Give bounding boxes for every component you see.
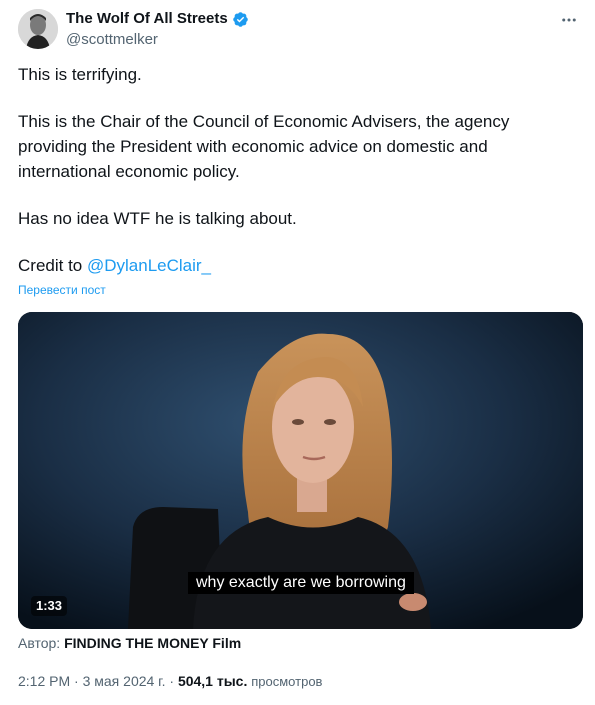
meta-separator: · [74, 673, 79, 689]
tweet-card: The Wolf Of All Streets @scottmelker Thi… [0, 0, 595, 705]
tweet-paragraph: This is terrifying. [18, 65, 142, 84]
video-duration: 1:33 [31, 596, 68, 616]
author-name-text[interactable]: The Wolf Of All Streets [66, 10, 228, 28]
video-subtitle: why exactly are we borrowing [188, 572, 414, 594]
video-source-name[interactable]: FINDING THE MONEY Film [64, 635, 241, 651]
views-count: 504,1 тыс. [177, 673, 248, 689]
more-horizontal-icon [562, 18, 576, 22]
translate-post-link[interactable]: Перевести пост [18, 283, 106, 297]
credit-prefix: Credit to [18, 256, 87, 275]
credit-paragraph: Credit to @DylanLeClair_ [18, 253, 573, 278]
tweet-text: This is terrifying. This is the Chair of… [18, 62, 573, 278]
tweet-date[interactable]: 3 мая 2024 г. [83, 673, 166, 689]
author-avatar[interactable] [18, 9, 58, 49]
author-name[interactable]: The Wolf Of All Streets [66, 10, 249, 28]
meta-separator: · [169, 673, 175, 689]
tweet-time[interactable]: 2:12 PM [18, 673, 70, 689]
tweet-paragraph: Has no idea WTF he is talking about. [18, 209, 297, 228]
mention-link[interactable]: @DylanLeClair_ [87, 256, 211, 275]
verified-badge-icon [232, 11, 248, 27]
tweet-paragraph: This is the Chair of the Council of Econ… [18, 112, 510, 181]
author-handle[interactable]: @scottmelker [66, 31, 158, 49]
video-source: Автор: FINDING THE MONEY Film [18, 635, 241, 651]
more-options-button[interactable] [557, 8, 581, 32]
tweet-meta: 2:12 PM · 3 мая 2024 г. · 504,1 тыс. про… [18, 673, 322, 689]
video-source-prefix: Автор: [18, 635, 65, 651]
views-label: просмотров [251, 674, 323, 689]
